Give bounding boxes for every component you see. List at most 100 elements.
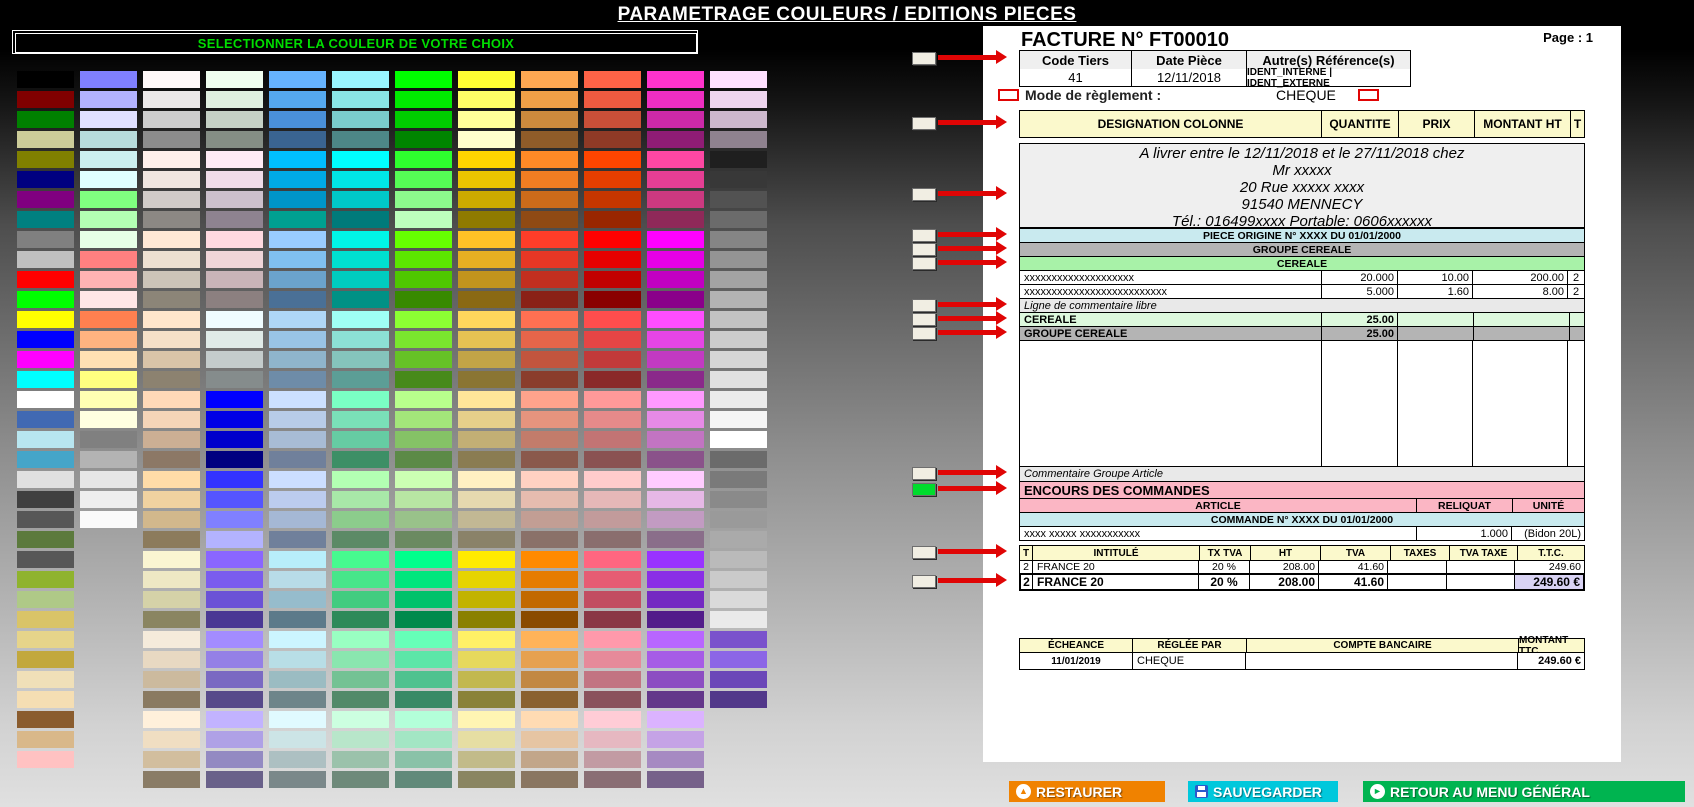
color-cell[interactable] bbox=[17, 131, 74, 148]
color-swatch-button[interactable] bbox=[912, 229, 936, 242]
color-cell[interactable] bbox=[521, 731, 578, 748]
color-cell[interactable] bbox=[80, 391, 137, 408]
color-cell[interactable] bbox=[206, 311, 263, 328]
color-cell[interactable] bbox=[458, 211, 515, 228]
color-cell[interactable] bbox=[143, 211, 200, 228]
color-cell[interactable] bbox=[584, 291, 641, 308]
color-cell[interactable] bbox=[458, 71, 515, 88]
color-cell[interactable] bbox=[521, 671, 578, 688]
color-cell[interactable] bbox=[710, 331, 767, 348]
color-cell[interactable] bbox=[332, 531, 389, 548]
color-cell[interactable] bbox=[584, 331, 641, 348]
color-cell[interactable] bbox=[521, 171, 578, 188]
color-cell[interactable] bbox=[647, 511, 704, 528]
color-cell[interactable] bbox=[395, 391, 452, 408]
color-cell[interactable] bbox=[332, 511, 389, 528]
color-cell[interactable] bbox=[521, 271, 578, 288]
color-cell[interactable] bbox=[647, 171, 704, 188]
color-cell[interactable] bbox=[17, 431, 74, 448]
color-cell[interactable] bbox=[521, 571, 578, 588]
color-cell[interactable] bbox=[332, 691, 389, 708]
color-cell[interactable] bbox=[710, 551, 767, 568]
color-cell[interactable] bbox=[647, 211, 704, 228]
color-cell[interactable] bbox=[269, 211, 326, 228]
color-cell[interactable] bbox=[521, 311, 578, 328]
color-cell[interactable] bbox=[269, 171, 326, 188]
color-cell[interactable] bbox=[458, 391, 515, 408]
color-cell[interactable] bbox=[458, 531, 515, 548]
color-cell[interactable] bbox=[17, 391, 74, 408]
color-cell[interactable] bbox=[521, 391, 578, 408]
color-cell[interactable] bbox=[584, 711, 641, 728]
color-cell[interactable] bbox=[17, 591, 74, 608]
color-cell[interactable] bbox=[17, 751, 74, 768]
color-cell[interactable] bbox=[584, 271, 641, 288]
color-cell[interactable] bbox=[647, 611, 704, 628]
save-button[interactable]: SAUVEGARDER bbox=[1188, 781, 1338, 802]
color-cell[interactable] bbox=[143, 591, 200, 608]
color-cell[interactable] bbox=[458, 591, 515, 608]
color-cell[interactable] bbox=[332, 331, 389, 348]
payment-label-color-swatch[interactable] bbox=[998, 89, 1019, 101]
color-cell[interactable] bbox=[143, 671, 200, 688]
color-cell[interactable] bbox=[521, 471, 578, 488]
color-cell[interactable] bbox=[584, 751, 641, 768]
color-cell[interactable] bbox=[269, 511, 326, 528]
selected-color-swatch[interactable] bbox=[912, 483, 936, 496]
color-cell[interactable] bbox=[80, 371, 137, 388]
color-cell[interactable] bbox=[395, 511, 452, 528]
color-cell[interactable] bbox=[710, 651, 767, 668]
color-cell[interactable] bbox=[17, 451, 74, 468]
color-cell[interactable] bbox=[584, 391, 641, 408]
color-cell[interactable] bbox=[710, 91, 767, 108]
color-cell[interactable] bbox=[395, 691, 452, 708]
color-cell[interactable] bbox=[458, 411, 515, 428]
color-cell[interactable] bbox=[521, 231, 578, 248]
color-cell[interactable] bbox=[17, 191, 74, 208]
color-cell[interactable] bbox=[80, 131, 137, 148]
color-cell[interactable] bbox=[206, 71, 263, 88]
color-cell[interactable] bbox=[584, 211, 641, 228]
color-cell[interactable] bbox=[269, 311, 326, 328]
color-cell[interactable] bbox=[332, 111, 389, 128]
color-cell[interactable] bbox=[647, 371, 704, 388]
color-swatch-button[interactable] bbox=[912, 257, 936, 270]
color-cell[interactable] bbox=[332, 131, 389, 148]
color-cell[interactable] bbox=[395, 251, 452, 268]
color-cell[interactable] bbox=[143, 271, 200, 288]
color-cell[interactable] bbox=[17, 511, 74, 528]
restore-button[interactable]: ▲ RESTAURER bbox=[1009, 781, 1165, 802]
color-cell[interactable] bbox=[710, 111, 767, 128]
color-cell[interactable] bbox=[458, 451, 515, 468]
color-cell[interactable] bbox=[710, 691, 767, 708]
color-cell[interactable] bbox=[206, 611, 263, 628]
color-cell[interactable] bbox=[521, 191, 578, 208]
color-cell[interactable] bbox=[647, 271, 704, 288]
color-cell[interactable] bbox=[584, 431, 641, 448]
color-cell[interactable] bbox=[647, 691, 704, 708]
color-cell[interactable] bbox=[332, 491, 389, 508]
color-cell[interactable] bbox=[710, 171, 767, 188]
color-cell[interactable] bbox=[458, 131, 515, 148]
color-cell[interactable] bbox=[80, 491, 137, 508]
color-cell[interactable] bbox=[647, 331, 704, 348]
color-cell[interactable] bbox=[395, 471, 452, 488]
color-cell[interactable] bbox=[17, 331, 74, 348]
color-cell[interactable] bbox=[395, 211, 452, 228]
color-cell[interactable] bbox=[80, 71, 137, 88]
color-cell[interactable] bbox=[458, 651, 515, 668]
color-cell[interactable] bbox=[206, 371, 263, 388]
color-cell[interactable] bbox=[395, 71, 452, 88]
color-cell[interactable] bbox=[647, 111, 704, 128]
color-cell[interactable] bbox=[206, 451, 263, 468]
color-cell[interactable] bbox=[521, 111, 578, 128]
color-cell[interactable] bbox=[584, 371, 641, 388]
color-cell[interactable] bbox=[458, 151, 515, 168]
color-cell[interactable] bbox=[458, 171, 515, 188]
color-cell[interactable] bbox=[458, 91, 515, 108]
color-cell[interactable] bbox=[395, 431, 452, 448]
color-cell[interactable] bbox=[80, 411, 137, 428]
color-cell[interactable] bbox=[584, 491, 641, 508]
color-cell[interactable] bbox=[17, 551, 74, 568]
color-cell[interactable] bbox=[17, 291, 74, 308]
